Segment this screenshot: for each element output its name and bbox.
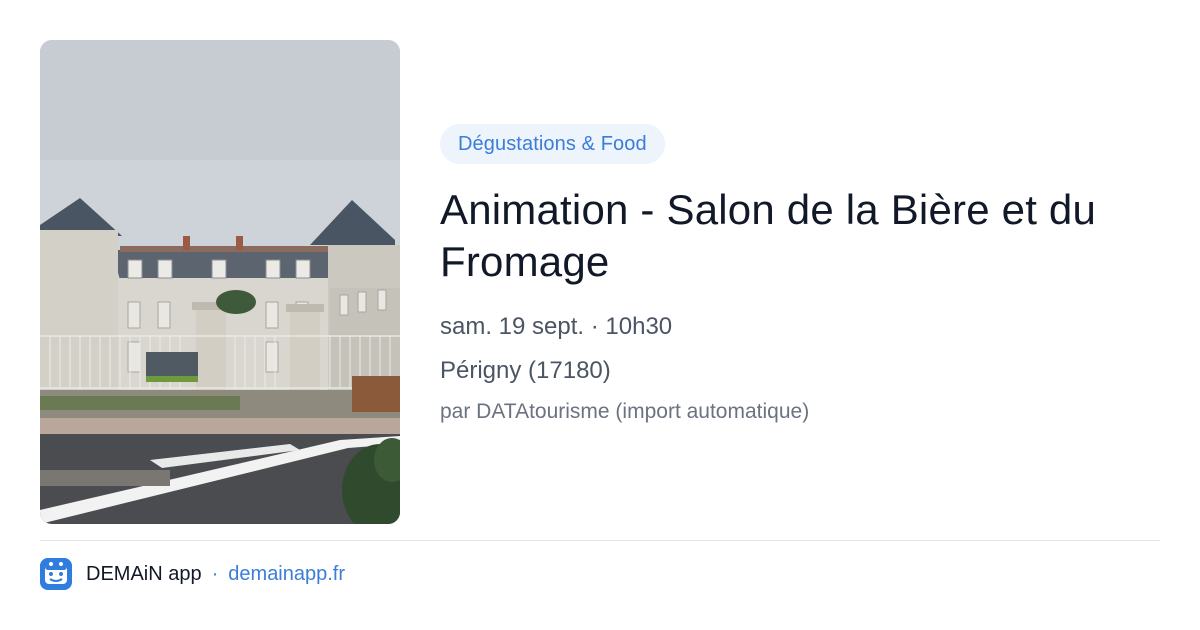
event-photo xyxy=(40,40,400,524)
footer-divider xyxy=(40,540,1160,541)
demain-app-logo-icon xyxy=(40,558,72,590)
category-badge[interactable]: Dégustations & Food xyxy=(440,124,665,164)
event-source: par DATAtourisme (import automatique) xyxy=(440,400,810,423)
app-name: DEMAiN app xyxy=(86,562,202,585)
chateau-photo xyxy=(40,40,400,524)
footer: DEMAiN app · demainapp.fr xyxy=(40,558,345,590)
event-title: Animation - Salon de la Bière et du From… xyxy=(440,186,1097,285)
event-datetime: sam. 19 sept. · 10h30 xyxy=(440,313,673,340)
event-details: Dégustations & Food Animation - Salon de… xyxy=(440,124,1160,426)
app-domain-link[interactable]: demainapp.fr xyxy=(228,563,345,586)
footer-separator: · xyxy=(211,562,219,585)
event-location: Périgny (17180) xyxy=(440,357,611,384)
